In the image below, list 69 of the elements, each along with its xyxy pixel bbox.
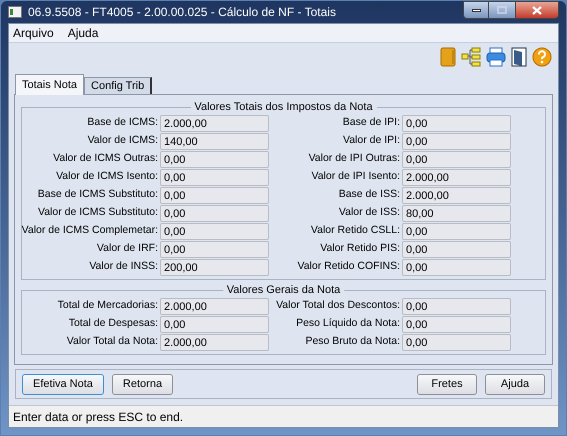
value-field[interactable]: 0,00 <box>160 240 269 258</box>
group-title: Valores Totais dos Impostos da Nota <box>190 100 377 114</box>
field-label: Base de ISS: <box>338 187 401 202</box>
field-label: Peso Bruto da Nota: <box>304 334 401 350</box>
value-field[interactable]: 0,00 <box>402 114 511 132</box>
value-field[interactable]: 80,00 <box>402 204 511 222</box>
field-label: Valor de IPI Isento: <box>310 169 401 184</box>
value-field[interactable]: 0,00 <box>402 222 511 240</box>
value-field[interactable]: 140,00 <box>160 132 269 150</box>
field-label: Total de Mercadorias: <box>56 298 159 314</box>
field-label: Valor Total dos Descontos: <box>275 298 401 314</box>
value-field[interactable]: 0,00 <box>402 334 511 350</box>
field-label: Valor de ICMS: <box>86 133 159 148</box>
field-label: Base de ICMS Substituto: <box>36 187 159 202</box>
field-label: Base de IPI: <box>342 115 401 130</box>
field-label: Valor de INSS: <box>88 259 159 274</box>
value-field[interactable]: 0,00 <box>402 132 511 150</box>
value-field[interactable]: 0,00 <box>402 240 511 258</box>
field-label: Peso Líquido da Nota: <box>295 316 401 332</box>
printer-icon[interactable] <box>486 47 506 67</box>
status-text: Enter data or press ESC to end. <box>13 408 184 426</box>
value-field[interactable]: 2.000,00 <box>160 334 269 350</box>
app-icon <box>8 6 22 18</box>
book-icon[interactable] <box>440 47 456 67</box>
field-label: Valor Retido PIS: <box>319 241 401 256</box>
field-label: Valor de IPI: <box>342 133 401 148</box>
minimize-button[interactable] <box>463 1 489 19</box>
value-field[interactable]: 0,00 <box>160 150 269 168</box>
close-button[interactable] <box>515 1 559 19</box>
maximize-button[interactable] <box>489 1 515 19</box>
field-label: Valor de ISS: <box>338 205 401 220</box>
value-field[interactable]: 2.000,00 <box>402 168 511 186</box>
window-title: 06.9.5508 - FT4005 - 2.00.00.025 - Cálculo de NF - Totais <box>28 4 336 21</box>
close-icon <box>532 6 542 14</box>
value-field[interactable]: 0,00 <box>160 204 269 222</box>
value-field[interactable]: 0,00 <box>160 316 269 332</box>
field-label: Valor de ICMS Outras: <box>52 151 159 166</box>
field-label: Total de Despesas: <box>68 316 159 332</box>
menu-item[interactable]: Ajuda <box>68 24 98 42</box>
field-label: Valor de ICMS Substituto: <box>36 205 159 220</box>
value-field[interactable]: 0,00 <box>160 186 269 204</box>
menu-item[interactable]: Arquivo <box>13 24 54 42</box>
action-button[interactable]: Efetiva Nota <box>22 374 104 394</box>
field-label: Valor de IPI Outras: <box>308 151 401 166</box>
door-icon[interactable] <box>511 47 527 67</box>
value-field[interactable]: 2.000,00 <box>160 298 269 314</box>
field-label: Valor de ICMS Isento: <box>55 169 159 184</box>
tab[interactable]: Config Trib <box>84 77 152 94</box>
value-field[interactable]: 0,00 <box>402 298 511 314</box>
value-field[interactable]: 0,00 <box>402 258 511 276</box>
field-label: Valor Retido CSLL: <box>310 223 401 238</box>
action-button[interactable]: Ajuda <box>485 374 545 394</box>
tab[interactable]: Totais Nota <box>15 74 84 95</box>
field-label: Valor Retido COFINS: <box>296 259 401 274</box>
value-field[interactable]: 200,00 <box>160 258 269 276</box>
field-label: Valor Total da Nota: <box>66 334 159 350</box>
help-icon[interactable] <box>532 47 552 67</box>
value-field[interactable]: 0,00 <box>160 222 269 240</box>
value-field[interactable]: 0,00 <box>402 150 511 168</box>
value-field[interactable]: 2.000,00 <box>402 186 511 204</box>
action-button[interactable]: Fretes <box>417 374 477 394</box>
tree-icon[interactable] <box>461 47 481 67</box>
value-field[interactable]: 0,00 <box>402 316 511 332</box>
value-field[interactable]: 2.000,00 <box>160 114 269 132</box>
field-label: Valor de ICMS Complemetar: <box>20 223 159 238</box>
value-field[interactable]: 0,00 <box>160 168 269 186</box>
action-button[interactable]: Retorna <box>112 374 174 394</box>
field-label: Valor de IRF: <box>96 241 159 256</box>
field-label: Base de ICMS: <box>86 115 159 130</box>
